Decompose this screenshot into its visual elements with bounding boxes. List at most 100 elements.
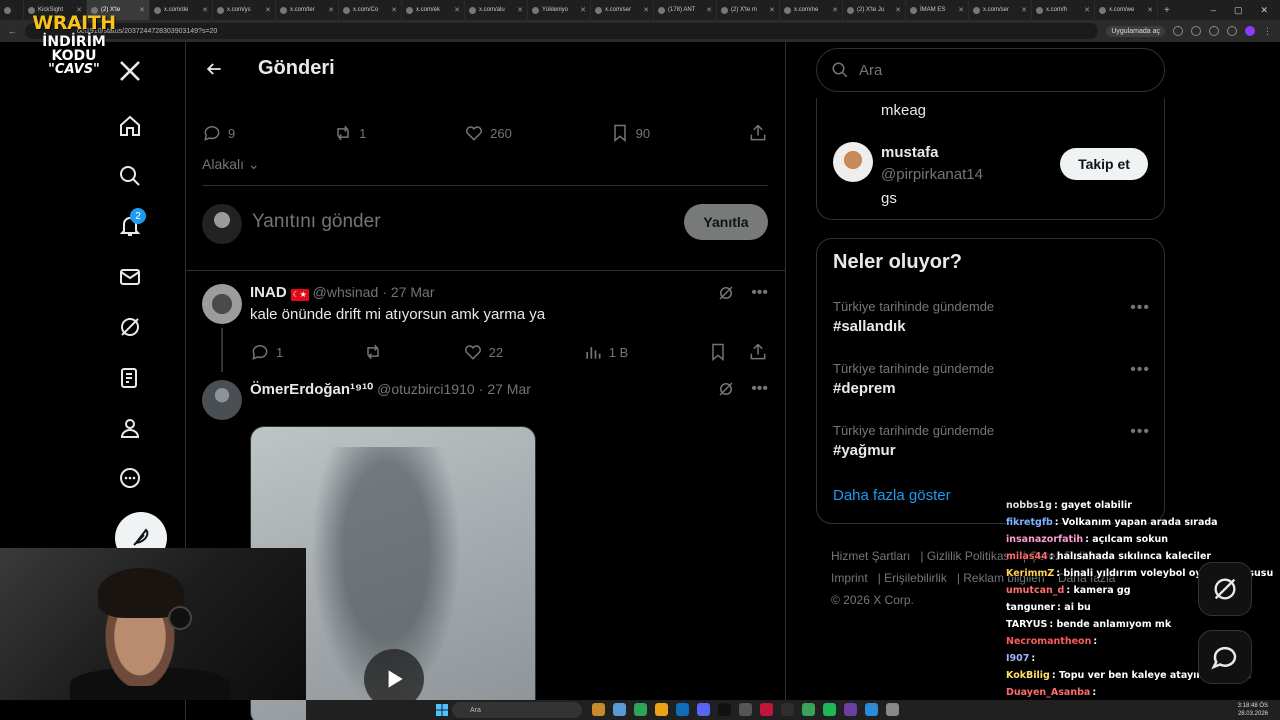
browser-tab[interactable]: x.com/ter ✕ <box>276 0 339 20</box>
grok-floating-button[interactable] <box>1198 562 1252 616</box>
browser-tab[interactable] <box>0 0 24 20</box>
widgets-icon[interactable] <box>592 703 605 716</box>
reply-action[interactable]: 9 <box>202 123 235 143</box>
explore-icon[interactable] <box>117 163 143 189</box>
discord-icon[interactable] <box>697 703 710 716</box>
browser-tab[interactable]: x.com/ser ✕ <box>969 0 1032 20</box>
tab-close-icon[interactable]: ✕ <box>832 6 838 14</box>
lists-icon[interactable] <box>117 365 143 391</box>
edge-icon[interactable] <box>676 703 689 716</box>
zoom-icon[interactable] <box>1173 26 1183 36</box>
url-field[interactable]: oci1910/status/2037244728303903149?s=20 <box>25 23 1099 39</box>
footer-link[interactable]: Hizmet Şartları <box>831 549 910 563</box>
profile-icon[interactable] <box>1227 26 1237 36</box>
post-date[interactable]: 27 Mar <box>487 381 531 397</box>
tab-close-icon[interactable]: ✕ <box>580 6 586 14</box>
chat-username[interactable]: Duayen_Asanba <box>1006 687 1090 698</box>
app-icon[interactable] <box>739 703 752 716</box>
more-icon[interactable]: ••• <box>1130 361 1150 379</box>
share-action[interactable] <box>748 123 768 143</box>
app-icon[interactable] <box>865 703 878 716</box>
taskbar-clock[interactable]: 3:18:48 ÖS 28.03.2026 <box>1238 702 1268 718</box>
browser-tab[interactable]: x.com/de ✕ <box>150 0 213 20</box>
sort-dropdown[interactable]: Alakalı ⌄ <box>202 156 260 173</box>
chat-username[interactable]: fikretgfb <box>1006 517 1053 528</box>
tab-close-icon[interactable]: ✕ <box>1147 6 1153 14</box>
bookmark-action[interactable]: 90 <box>610 123 650 143</box>
more-options-icon[interactable] <box>117 465 143 491</box>
follow-button[interactable]: Takip et <box>1060 148 1148 180</box>
tab-close-icon[interactable]: ✕ <box>391 6 397 14</box>
folder-icon[interactable] <box>655 703 668 716</box>
browser-tab[interactable]: Yükleniyo ✕ <box>528 0 591 20</box>
back-arrow-icon[interactable] <box>204 59 224 84</box>
open-in-app-button[interactable]: Uygulamada aç <box>1106 25 1165 37</box>
app-icon[interactable] <box>781 703 794 716</box>
author-handle[interactable]: @whsinad <box>313 284 379 300</box>
app-icon[interactable] <box>886 703 899 716</box>
browser-tab[interactable]: (2) X'te m ✕ <box>717 0 780 20</box>
trend-item[interactable]: Türkiye tarihinde gündemde #deprem ••• <box>833 361 1150 397</box>
browser-tab[interactable]: x.com/we ✕ <box>1095 0 1158 20</box>
app-icon[interactable] <box>844 703 857 716</box>
windows-start-icon[interactable] <box>436 704 448 716</box>
more-menu-icon[interactable]: ⋮ <box>1263 26 1272 37</box>
obs-icon[interactable] <box>718 703 731 716</box>
tab-close-icon[interactable]: ✕ <box>1021 6 1027 14</box>
account-avatar[interactable] <box>1245 26 1255 36</box>
tab-close-icon[interactable]: ✕ <box>643 6 649 14</box>
browser-tab[interactable]: x.com/ne ✕ <box>780 0 843 20</box>
avatar[interactable] <box>202 380 242 420</box>
browser-tab[interactable]: x.com/Co ✕ <box>339 0 402 20</box>
more-icon[interactable]: ••• <box>1130 423 1150 441</box>
reply-button[interactable]: Yanıtla <box>684 204 768 240</box>
search-input[interactable]: Ara <box>816 48 1165 92</box>
views-action[interactable]: 1 B <box>583 342 628 362</box>
grok-icon[interactable] <box>717 380 735 398</box>
tab-close-icon[interactable]: ✕ <box>1084 6 1090 14</box>
tab-close-icon[interactable]: ✕ <box>958 6 964 14</box>
more-icon[interactable]: ••• <box>1130 299 1150 317</box>
trend-item[interactable]: Türkiye tarihinde gündemde #yağmur ••• <box>833 423 1150 459</box>
taskbar-search[interactable]: Ara <box>452 702 582 718</box>
chat-username[interactable]: Necromantheon <box>1006 636 1091 647</box>
minimize-icon[interactable]: – <box>1211 5 1216 16</box>
tab-close-icon[interactable]: ✕ <box>202 6 208 14</box>
footer-link[interactable]: Gizlilik Politikası <box>927 549 1013 563</box>
reply-input[interactable]: Yanıtını gönder <box>252 211 381 233</box>
profile-nav-icon[interactable] <box>117 415 143 441</box>
bookmark-star-icon[interactable] <box>1191 26 1201 36</box>
bookmark-action[interactable] <box>708 342 768 362</box>
suggested-user-handle[interactable]: @pirpirkanat14 <box>881 166 983 183</box>
chrome-icon[interactable] <box>634 703 647 716</box>
author-handle[interactable]: @otuzbirci1910 <box>377 381 475 397</box>
extensions-icon[interactable] <box>1209 26 1219 36</box>
footer-link[interactable]: Erişilebilirlik <box>884 571 947 585</box>
browser-tab[interactable]: x.com/ser ✕ <box>591 0 654 20</box>
app-icon[interactable] <box>613 703 626 716</box>
avatar[interactable] <box>202 284 242 324</box>
tab-close-icon[interactable]: ✕ <box>139 6 145 14</box>
author-name[interactable]: INAD <box>250 284 287 301</box>
maximize-icon[interactable]: ▢ <box>1234 5 1243 16</box>
whatsapp-icon[interactable] <box>802 703 815 716</box>
chat-username[interactable]: umutcan_d <box>1006 585 1064 596</box>
tab-close-icon[interactable]: ✕ <box>706 6 712 14</box>
tab-close-icon[interactable]: ✕ <box>895 6 901 14</box>
repost-action[interactable] <box>363 342 383 362</box>
tab-close-icon[interactable]: ✕ <box>265 6 271 14</box>
chat-username[interactable]: milas44 <box>1006 551 1048 562</box>
chat-username[interactable]: insanazorfatih <box>1006 534 1083 545</box>
share-icon[interactable] <box>748 342 768 362</box>
show-more-link[interactable]: Daha fazla göster <box>833 487 951 504</box>
close-window-icon[interactable]: ✕ <box>1260 5 1268 16</box>
like-action[interactable]: 260 <box>464 123 512 143</box>
post-date[interactable]: 27 Mar <box>391 284 435 300</box>
tab-close-icon[interactable]: ✕ <box>328 6 334 14</box>
browser-tab[interactable]: (178) ANT ✕ <box>654 0 717 20</box>
messages-floating-button[interactable] <box>1198 630 1252 684</box>
new-tab-icon[interactable]: + <box>1158 5 1176 16</box>
footer-link[interactable]: Imprint <box>831 571 868 585</box>
chat-username[interactable]: TARYUS <box>1006 619 1047 630</box>
more-icon[interactable]: ••• <box>751 380 768 398</box>
